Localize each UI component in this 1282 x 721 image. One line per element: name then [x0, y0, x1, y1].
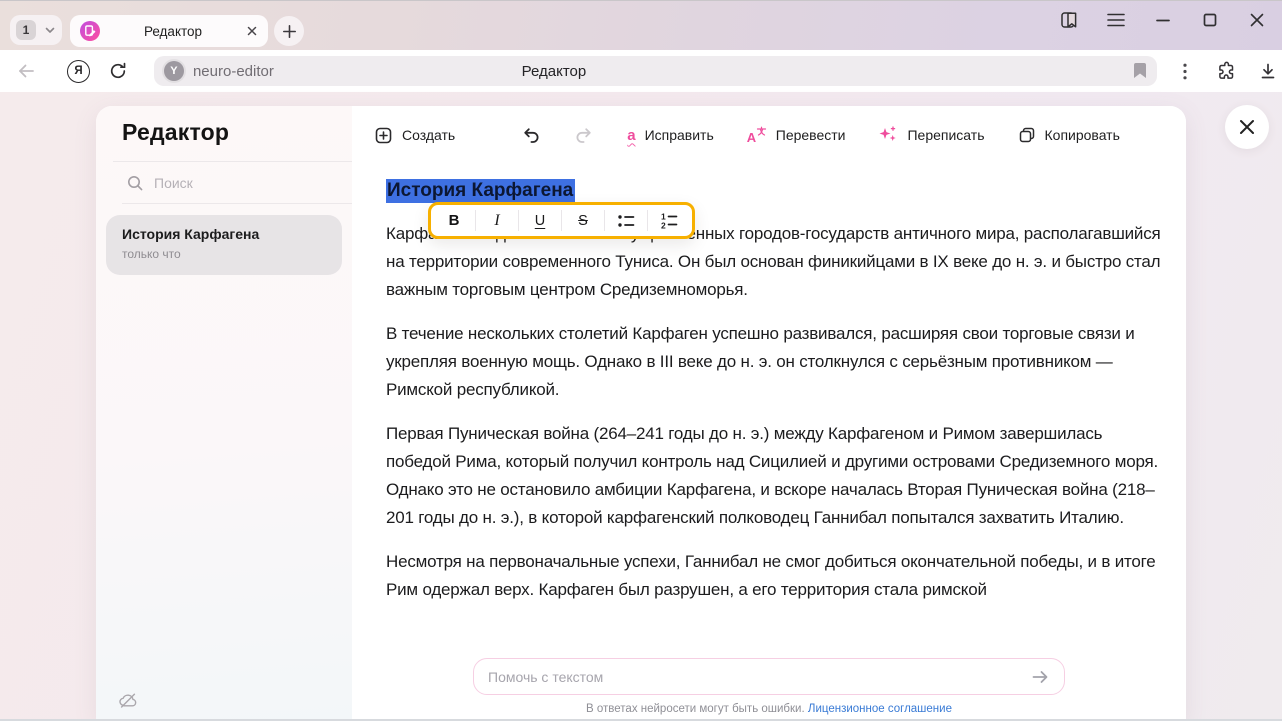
- fix-label: Исправить: [645, 127, 714, 143]
- editor-favicon-icon: [80, 21, 100, 41]
- more-options-icon[interactable]: [1171, 57, 1199, 85]
- undo-icon[interactable]: [521, 121, 541, 149]
- disclaimer-text: В ответах нейросети могут быть ошибки.: [586, 703, 805, 715]
- underline-button[interactable]: U: [519, 205, 561, 236]
- paragraph: В течение нескольких столетий Карфаген у…: [386, 320, 1166, 404]
- site-favicon: Y: [164, 61, 184, 81]
- search-box[interactable]: [126, 168, 326, 198]
- url-text: neuro-editor: [193, 63, 274, 80]
- create-button[interactable]: Создать: [374, 126, 455, 145]
- tab-group-chip[interactable]: 1: [10, 15, 62, 45]
- reload-icon[interactable]: [104, 57, 132, 85]
- sidebar: Редактор История Карфагена только что: [96, 106, 352, 721]
- bold-button[interactable]: B: [433, 205, 475, 236]
- nav-bar: Я Y neuro-editor Редактор: [0, 50, 1282, 92]
- bullet-list-button[interactable]: [605, 205, 647, 236]
- editor-app-card: Редактор История Карфагена только что: [96, 106, 1186, 721]
- document-title: История Карфагена: [386, 170, 1166, 202]
- downloads-icon[interactable]: [1254, 57, 1282, 85]
- copy-icon: [1018, 126, 1036, 144]
- rewrite-button[interactable]: Переписать: [878, 125, 984, 145]
- format-toolbar: B I U S: [428, 202, 695, 239]
- sparkles-icon: [878, 125, 898, 145]
- strikethrough-button[interactable]: S: [562, 205, 604, 236]
- tab-group-count: 1: [16, 20, 36, 40]
- plus-square-icon: [374, 126, 393, 145]
- page-backdrop: Редактор История Карфагена только что: [0, 92, 1282, 721]
- numbered-list-button[interactable]: 1 2: [648, 205, 690, 236]
- extensions-icon[interactable]: [1213, 57, 1241, 85]
- back-icon[interactable]: [12, 57, 40, 85]
- new-tab-button[interactable]: [274, 16, 304, 46]
- close-app-button[interactable]: [1225, 105, 1269, 149]
- menu-icon[interactable]: [1105, 9, 1127, 31]
- maximize-icon[interactable]: [1199, 9, 1221, 31]
- browser-tab[interactable]: Редактор: [70, 15, 268, 47]
- document-item-time: только что: [122, 247, 326, 261]
- window-close-icon[interactable]: [1246, 9, 1268, 31]
- search-icon: [126, 174, 144, 192]
- paragraph: Несмотря на первоначальные успехи, Ганни…: [386, 548, 1166, 604]
- divider: [113, 161, 352, 162]
- plus-icon: [282, 24, 297, 39]
- selected-text: История Карфагена: [386, 179, 575, 203]
- paragraph: Первая Пуническая война (264–241 годы до…: [386, 420, 1166, 532]
- tab-strip: 1 Редактор: [0, 0, 1282, 50]
- italic-button[interactable]: I: [476, 205, 518, 236]
- divider: [122, 203, 352, 204]
- close-icon: [1238, 118, 1256, 136]
- document-surface[interactable]: История Карфагена B I U S: [386, 170, 1166, 620]
- window-controls: [1058, 9, 1268, 31]
- address-bar[interactable]: Y neuro-editor Редактор: [154, 56, 1157, 86]
- chevron-down-icon[interactable]: [44, 24, 56, 36]
- create-label: Создать: [402, 127, 455, 143]
- editor-toolbar: Создать a Исправить: [352, 106, 1186, 164]
- copy-button[interactable]: Копировать: [1018, 126, 1120, 144]
- numbered-list-icon: 1 2: [660, 213, 679, 229]
- editor-main: Создать a Исправить: [352, 106, 1186, 721]
- app-title: Редактор: [122, 119, 229, 146]
- translate-button[interactable]: A Перевести: [747, 126, 846, 144]
- translate-label: Перевести: [776, 127, 846, 143]
- document-item-title: История Карфагена: [122, 226, 326, 242]
- bullet-list-icon: [617, 214, 636, 228]
- disclaimer: В ответах нейросети могут быть ошибки. Л…: [352, 703, 1186, 715]
- tab-title: Редактор: [100, 24, 246, 39]
- bookmarks-panel-icon[interactable]: [1058, 9, 1080, 31]
- minimize-icon[interactable]: [1152, 9, 1174, 31]
- page-title: Редактор: [494, 63, 614, 80]
- yandex-logo-icon[interactable]: Я: [65, 57, 93, 85]
- document-text: Карфаген — один из самых могущественных …: [386, 220, 1166, 604]
- cloud-off-icon: [118, 692, 138, 709]
- sidebar-document-item[interactable]: История Карфагена только что: [106, 215, 342, 275]
- browser-window: 1 Редактор: [0, 0, 1282, 721]
- assistant-input[interactable]: [488, 669, 1030, 685]
- send-arrow-icon[interactable]: [1030, 667, 1050, 687]
- bookmark-flag-icon[interactable]: [1133, 62, 1147, 79]
- fix-button[interactable]: a Исправить: [627, 127, 714, 143]
- assistant-input-bar[interactable]: [473, 658, 1065, 695]
- search-input[interactable]: [154, 175, 304, 191]
- translate-icon: A: [747, 126, 767, 144]
- yandex-letter: Я: [74, 65, 82, 77]
- spellcheck-icon: a: [627, 128, 635, 143]
- svg-text:2: 2: [661, 220, 666, 229]
- redo-icon[interactable]: [574, 121, 594, 149]
- tab-close-icon[interactable]: [246, 25, 258, 37]
- copy-label: Копировать: [1045, 127, 1120, 143]
- rewrite-label: Переписать: [907, 127, 984, 143]
- license-link[interactable]: Лицензионное соглашение: [808, 703, 952, 715]
